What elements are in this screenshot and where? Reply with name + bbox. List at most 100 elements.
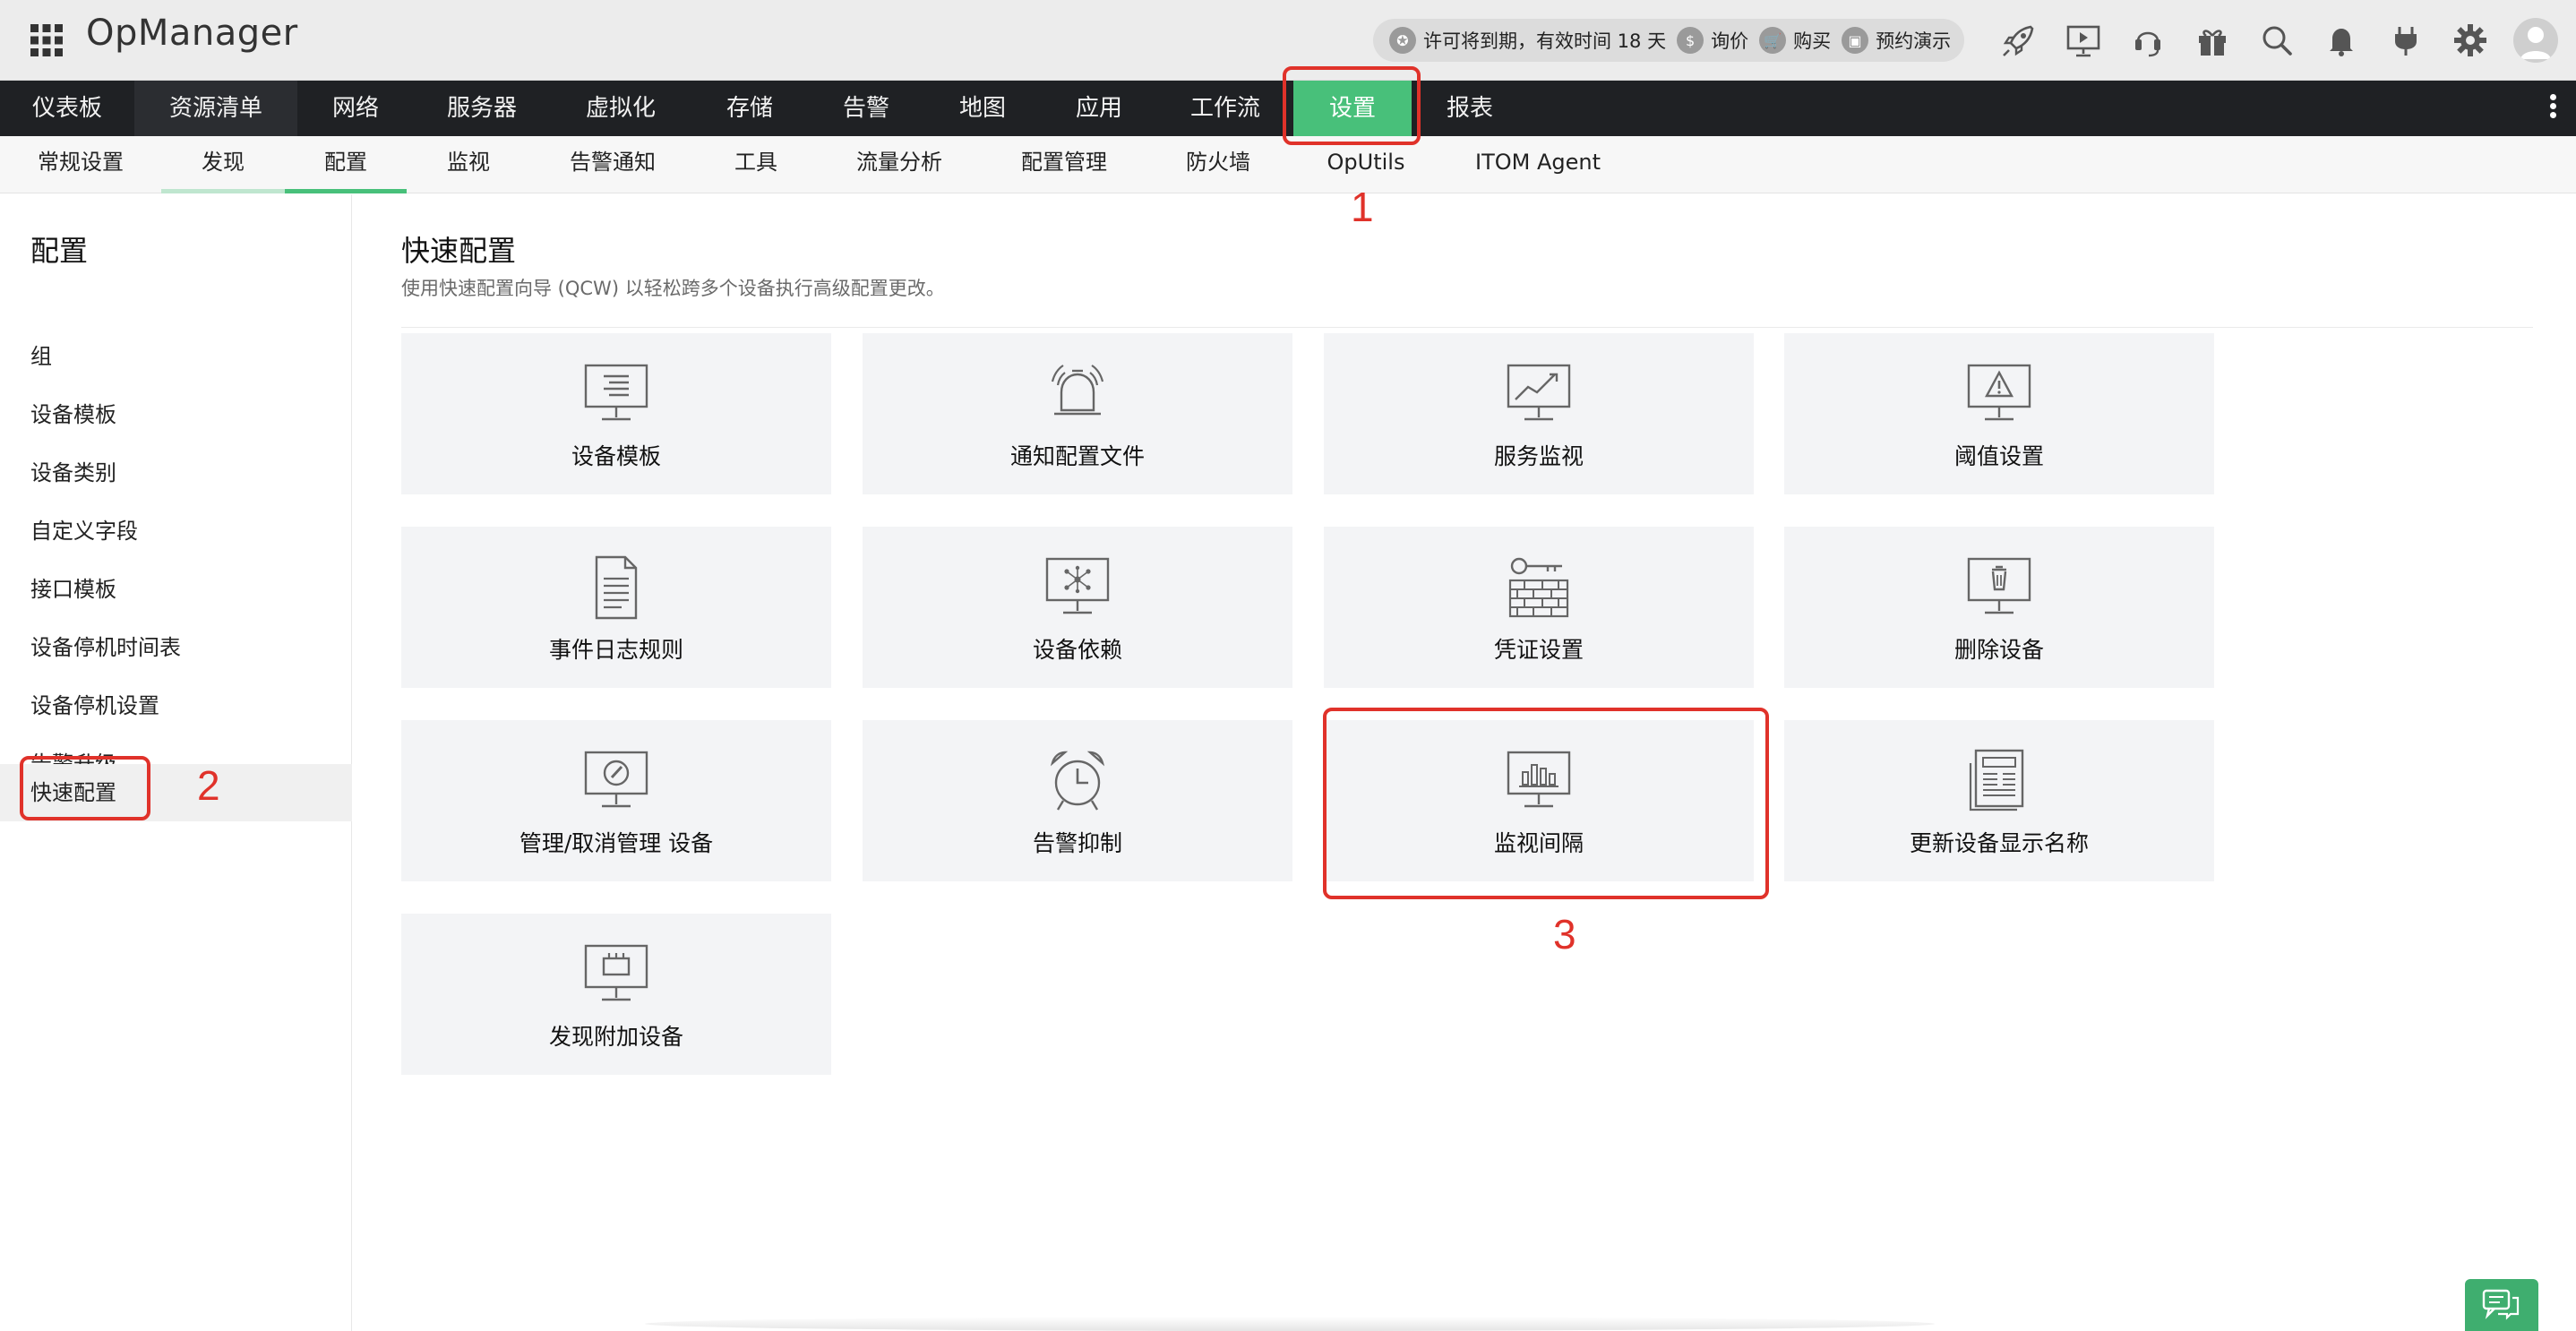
subnav-flow-analysis[interactable]: 流量分析: [817, 136, 982, 193]
card-label: 删除设备: [1953, 637, 2044, 663]
buy-label: 购买: [1793, 30, 1832, 52]
nav-servers[interactable]: 服务器: [414, 81, 550, 136]
monitor-device-icon: [554, 939, 679, 1010]
sidebar-item-downtime-settings[interactable]: 设备停机设置: [0, 677, 352, 734]
gift-icon[interactable]: [2180, 13, 2245, 68]
subnav-discovery[interactable]: 发现: [161, 136, 285, 193]
nav-maps[interactable]: 地图: [924, 81, 1041, 136]
sidebar-item-custom-fields[interactable]: 自定义字段: [0, 502, 352, 560]
subnav-alarm-notification[interactable]: 告警通知: [530, 136, 695, 193]
annotation-number-3: 3: [1553, 911, 1576, 957]
demo-link[interactable]: ▣ 预约演示: [1842, 27, 1951, 54]
card-device-dependencies[interactable]: 设备依赖: [863, 527, 1292, 688]
nav-alarms[interactable]: 告警: [808, 81, 924, 136]
demo-label: 预约演示: [1876, 30, 1952, 52]
sidebar-item-device-templates[interactable]: 设备模板: [0, 386, 352, 443]
subnav-monitoring[interactable]: 监视: [407, 136, 530, 193]
support-headset-icon[interactable]: [2116, 13, 2180, 68]
card-label: 更新设备显示名称: [1909, 830, 2089, 856]
card-label: 事件日志规则: [548, 637, 683, 663]
plug-icon[interactable]: [2374, 13, 2438, 68]
card-discover-additional-devices[interactable]: 发现附加设备: [401, 914, 831, 1075]
user-avatar-icon[interactable]: [2513, 18, 2558, 63]
card-label: 发现附加设备: [548, 1024, 683, 1050]
monitor-warning-icon: [1936, 358, 2062, 430]
card-credential-settings[interactable]: 凭证设置: [1324, 527, 1754, 688]
gear-icon[interactable]: [2438, 13, 2503, 68]
subnav-configuration[interactable]: 配置: [285, 136, 407, 193]
card-device-templates[interactable]: 设备模板: [401, 333, 831, 494]
card-label: 阈值设置: [1953, 443, 2044, 469]
inquire-label: 询价: [1711, 30, 1749, 52]
card-manage-unmanage-devices[interactable]: 管理/取消管理 设备: [401, 720, 831, 881]
nav-inventory[interactable]: 资源清单: [134, 81, 297, 136]
card-label: 通知配置文件: [1009, 443, 1145, 469]
annotation-number-2: 2: [197, 762, 220, 809]
card-event-log-rules[interactable]: 事件日志规则: [401, 527, 831, 688]
annotation-box-quick-config: [20, 756, 150, 820]
sidebar-item-downtime-schedules[interactable]: 设备停机时间表: [0, 619, 352, 676]
annotation-box-settings: [1283, 66, 1421, 145]
sidebar-item-device-categories[interactable]: 设备类别: [0, 444, 352, 502]
nav-dashboard[interactable]: 仪表板: [0, 81, 134, 136]
search-icon[interactable]: [2245, 13, 2309, 68]
chat-bubbles-icon[interactable]: [2465, 1279, 2538, 1331]
bottom-shadow: [645, 1317, 1935, 1331]
card-service-monitoring[interactable]: 服务监视: [1324, 333, 1754, 494]
license-text: 许可将到期，有效时间 18 天: [1423, 30, 1667, 52]
card-label: 管理/取消管理 设备: [519, 830, 714, 856]
subnav-config-management[interactable]: 配置管理: [982, 136, 1146, 193]
subnav-firewall[interactable]: 防火墙: [1146, 136, 1290, 193]
nav-storage[interactable]: 存储: [691, 81, 808, 136]
monitor-network-icon: [1015, 552, 1140, 623]
nav-apps[interactable]: 应用: [1041, 81, 1157, 136]
more-menu-icon[interactable]: [2544, 91, 2562, 127]
card-alarm-suppression[interactable]: 告警抑制: [863, 720, 1292, 881]
card-update-display-name[interactable]: 更新设备显示名称: [1784, 720, 2214, 881]
monitor-chart-icon: [1476, 358, 1601, 430]
demo-screen-icon: ▣: [1842, 27, 1869, 54]
sidebar-title: 配置: [30, 234, 89, 268]
nav-workflow[interactable]: 工作流: [1157, 81, 1293, 136]
nav-network[interactable]: 网络: [297, 81, 414, 136]
sidebar-item-groups[interactable]: 组: [0, 328, 352, 385]
license-status: ✪ 许可将到期，有效时间 18 天: [1389, 27, 1666, 54]
annotation-number-1: 1: [1351, 184, 1374, 230]
content-divider: [401, 327, 2533, 328]
key-wall-icon: [1476, 552, 1601, 623]
card-threshold-settings[interactable]: 阈值设置: [1784, 333, 2214, 494]
card-label: 凭证设置: [1493, 637, 1584, 663]
header-toolbar: [1987, 13, 2558, 68]
card-label: 设备依赖: [1032, 637, 1122, 663]
license-badge-icon: ✪: [1389, 27, 1416, 54]
dollar-icon: $: [1677, 27, 1704, 54]
card-notification-profiles[interactable]: 通知配置文件: [863, 333, 1292, 494]
license-bar: ✪ 许可将到期，有效时间 18 天 $ 询价 🛒 购买 ▣ 预约演示: [1373, 19, 1964, 62]
subnav-itom-agent[interactable]: ITOM Agent: [1442, 136, 1634, 193]
page-subtitle: 使用快速配置向导 (QCW) 以轻松跨多个设备执行高级配置更改。: [401, 278, 945, 299]
document-icon: [554, 552, 679, 623]
alarm-bell-icon: [1015, 358, 1140, 430]
alarm-clock-icon: [1015, 745, 1140, 817]
inquire-link[interactable]: $ 询价: [1677, 27, 1748, 54]
card-label: 服务监视: [1493, 443, 1584, 469]
app-title: OpManager: [86, 13, 298, 54]
grid-apps-icon[interactable]: [29, 22, 64, 58]
sub-nav: 常规设置 发现 配置 监视 告警通知 工具 流量分析 配置管理 防火墙 OpUt…: [0, 136, 2576, 193]
subnav-tools[interactable]: 工具: [695, 136, 817, 193]
sidebar-item-interface-templates[interactable]: 接口模板: [0, 561, 352, 618]
bell-icon[interactable]: [2309, 13, 2374, 68]
annotation-box-monitoring-interval: [1323, 708, 1769, 899]
presentation-icon[interactable]: [2051, 13, 2116, 68]
subnav-general-settings[interactable]: 常规设置: [0, 136, 161, 193]
card-label: 设备模板: [571, 443, 661, 469]
nav-reports[interactable]: 报表: [1412, 81, 1528, 136]
monitor-list-icon: [554, 358, 679, 430]
card-delete-devices[interactable]: 删除设备: [1784, 527, 2214, 688]
page-title: 快速配置: [401, 234, 517, 268]
buy-link[interactable]: 🛒 购买: [1759, 27, 1831, 54]
nav-virtualization[interactable]: 虚拟化: [550, 81, 691, 136]
cart-icon: 🛒: [1759, 27, 1787, 54]
rocket-icon[interactable]: [1987, 13, 2051, 68]
card-label: 告警抑制: [1032, 830, 1122, 856]
